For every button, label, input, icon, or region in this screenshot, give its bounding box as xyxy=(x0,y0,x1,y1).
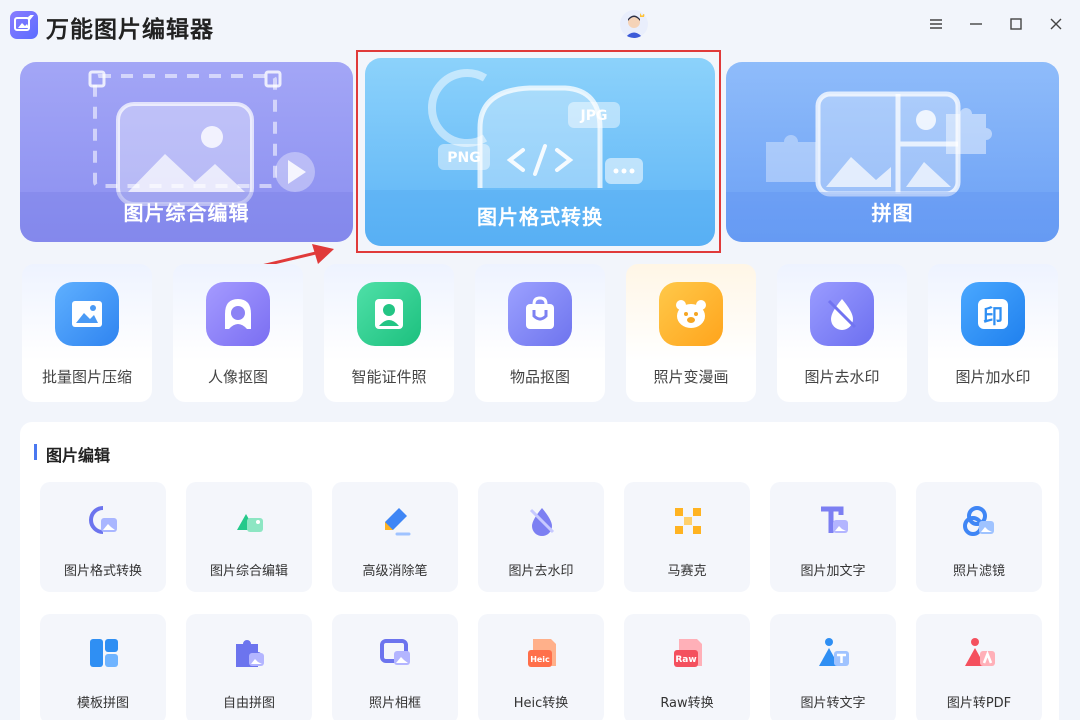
filter-icon xyxy=(963,506,994,536)
edit-item-label: Heic转换 xyxy=(513,696,569,711)
free-collage-icon xyxy=(236,640,264,667)
title-bar: 万能图片编辑器 xyxy=(0,0,1080,50)
edit-item-label: 高级消除笔 xyxy=(362,564,428,579)
tool-label: 人像抠图 xyxy=(207,368,268,386)
heic-tag: Heic xyxy=(530,655,550,664)
edit-item-label: 图片转文字 xyxy=(800,696,866,711)
minimize-icon[interactable] xyxy=(966,14,986,34)
tool-label: 图片去水印 xyxy=(804,368,880,386)
tool-portrait-cutout[interactable]: 人像抠图 xyxy=(173,264,303,402)
maximize-icon[interactable] xyxy=(1006,14,1026,34)
section-accent-bar xyxy=(34,444,37,460)
edit-item-mosaic[interactable]: 马赛克 xyxy=(624,482,750,592)
heic-icon: Heic xyxy=(528,639,556,667)
id-photo-icon xyxy=(357,282,421,346)
photo-frame-icon xyxy=(380,639,410,665)
feature-collage[interactable]: 拼图 xyxy=(726,62,1059,242)
edit-item-label: 图片加文字 xyxy=(800,564,866,579)
edit-item-image-to-pdf[interactable]: 图片转PDF xyxy=(916,614,1042,720)
add-text-icon xyxy=(821,506,848,533)
edit-item-label: Raw转换 xyxy=(660,696,714,711)
bear-icon xyxy=(659,282,723,346)
stamp-icon: 印 xyxy=(961,282,1025,346)
edit-item-label: 自由拼图 xyxy=(222,696,275,711)
edit-item-image-to-text[interactable]: 图片转文字 xyxy=(770,614,896,720)
comprehensive-edit-icon xyxy=(237,514,263,532)
svg-text:印: 印 xyxy=(983,304,1003,328)
feature-label: 图片综合编辑 xyxy=(123,201,250,225)
user-avatar[interactable] xyxy=(620,10,648,38)
edit-item-comprehensive-edit[interactable]: 图片综合编辑 xyxy=(186,482,312,592)
edit-item-eraser-pen[interactable]: 高级消除笔 xyxy=(332,482,458,592)
edit-item-label: 图片格式转换 xyxy=(63,564,142,579)
tool-label: 照片变漫画 xyxy=(653,368,729,386)
close-icon[interactable] xyxy=(1046,14,1066,34)
raw-tag: Raw xyxy=(675,655,696,665)
edit-item-free-collage[interactable]: 自由拼图 xyxy=(186,614,312,720)
feature-label: 图片格式转换 xyxy=(477,205,603,229)
image-to-text-icon xyxy=(819,638,849,666)
tool-object-cutout[interactable]: 物品抠图 xyxy=(475,264,605,402)
tool-remove-watermark[interactable]: 图片去水印 xyxy=(777,264,907,402)
watermark-remove-icon xyxy=(529,508,555,536)
edit-item-format-convert[interactable]: 图片格式转换 xyxy=(40,482,166,592)
edit-item-add-text[interactable]: 图片加文字 xyxy=(770,482,896,592)
watermark-remove-icon xyxy=(810,282,874,346)
edit-item-label: 图片综合编辑 xyxy=(209,564,288,579)
edit-item-remove-watermark[interactable]: 图片去水印 xyxy=(478,482,604,592)
edit-item-label: 图片去水印 xyxy=(508,564,574,579)
tool-photo-to-cartoon[interactable]: 照片变漫画 xyxy=(626,264,756,402)
tool-add-watermark[interactable]: 印 图片加水印 xyxy=(928,264,1058,402)
edit-item-photo-filter[interactable]: 照片滤镜 xyxy=(916,482,1042,592)
edit-item-label: 马赛克 xyxy=(667,564,707,579)
eraser-pen-icon xyxy=(385,508,411,536)
jpg-badge: JPG xyxy=(580,108,608,124)
feature-label: 拼图 xyxy=(871,201,914,225)
image-compress-icon xyxy=(55,282,119,346)
feature-format-convert[interactable]: PNG JPG 图片格式转换 xyxy=(365,58,715,246)
bag-icon xyxy=(508,282,572,346)
menu-icon[interactable] xyxy=(926,14,946,34)
edit-item-label: 图片转PDF xyxy=(946,696,1012,711)
image-to-pdf-icon xyxy=(965,638,995,666)
tool-label: 智能证件照 xyxy=(351,368,427,386)
tool-label: 图片加水印 xyxy=(955,368,1031,386)
tool-id-photo[interactable]: 智能证件照 xyxy=(324,264,454,402)
section-title: 图片编辑 xyxy=(46,446,111,465)
edit-item-heic-convert[interactable]: Heic Heic转换 xyxy=(478,614,604,720)
raw-icon: Raw xyxy=(674,639,702,667)
tool-label: 物品抠图 xyxy=(509,368,570,386)
edit-item-label: 模板拼图 xyxy=(76,696,129,711)
format-convert-icon xyxy=(89,506,117,534)
edit-item-label: 照片相框 xyxy=(368,696,421,711)
feature-comprehensive-edit[interactable]: 图片综合编辑 xyxy=(20,62,353,242)
tool-batch-compress[interactable]: 批量图片压缩 xyxy=(22,264,152,402)
edit-item-template-collage[interactable]: 模板拼图 xyxy=(40,614,166,720)
edit-item-raw-convert[interactable]: Raw Raw转换 xyxy=(624,614,750,720)
mosaic-icon xyxy=(675,508,701,534)
image-edit-section: 图片编辑 图片格式转换 图片综合编辑 高级消除笔 图片去水印 马赛克 图片加文字… xyxy=(20,422,1059,720)
app-title: 万能图片编辑器 xyxy=(46,17,214,43)
edit-item-photo-frame[interactable]: 照片相框 xyxy=(332,614,458,720)
portrait-icon xyxy=(206,282,270,346)
template-collage-icon xyxy=(90,639,118,667)
edit-item-label: 照片滤镜 xyxy=(952,564,1005,579)
png-badge: PNG xyxy=(447,150,480,166)
app-logo-icon xyxy=(10,11,38,39)
tool-label: 批量图片压缩 xyxy=(41,368,132,386)
